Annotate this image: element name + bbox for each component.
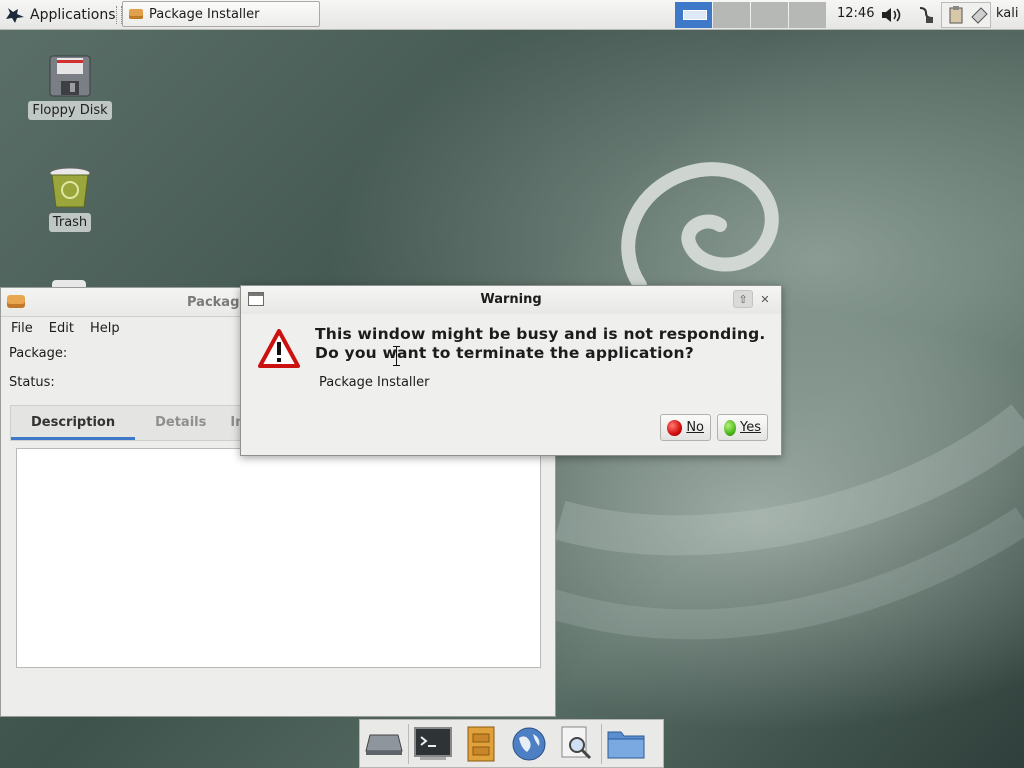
tab-description[interactable]: Description xyxy=(11,406,136,440)
warning-dialog: Warning ⇧ ✕ This window might be busy an… xyxy=(240,285,782,456)
top-panel: Applications Package Installer 12:46 kal… xyxy=(0,0,1024,30)
menu-file[interactable]: File xyxy=(11,321,33,336)
desktop-icon-label: Floppy Disk xyxy=(28,101,112,120)
description-text-area[interactable] xyxy=(16,448,541,668)
workspace-4[interactable] xyxy=(789,2,826,28)
kali-dragon-icon xyxy=(6,8,24,23)
file-cabinet-icon[interactable] xyxy=(457,721,505,767)
volume-icon[interactable] xyxy=(879,4,903,26)
workspace-pager xyxy=(675,2,826,28)
package-icon xyxy=(129,9,143,19)
trash-icon xyxy=(49,167,91,208)
dialog-titlebar[interactable]: Warning ⇧ ✕ xyxy=(241,286,781,314)
search-icon[interactable] xyxy=(553,721,601,767)
yes-green-circle-icon xyxy=(724,419,736,436)
close-icon[interactable]: ✕ xyxy=(755,290,775,308)
text-cursor-icon xyxy=(393,346,400,366)
yes-button[interactable]: Yes xyxy=(717,414,768,441)
applications-label: Applications xyxy=(30,7,116,23)
message-line-2: Do you want to terminate the application… xyxy=(315,344,694,362)
folder-icon[interactable] xyxy=(602,721,650,767)
message-line-1: This window might be busy and is not res… xyxy=(315,325,766,343)
username[interactable]: kali xyxy=(996,6,1019,21)
dialog-title: Warning xyxy=(480,292,542,307)
yes-label: Yes xyxy=(740,420,761,435)
clipboard-icon[interactable] xyxy=(944,4,968,26)
applications-menu-button[interactable]: Applications xyxy=(4,3,116,27)
menu-edit[interactable]: Edit xyxy=(49,321,74,336)
package-icon xyxy=(7,295,25,308)
terminal-icon[interactable] xyxy=(409,721,457,767)
dialog-message: This window might be busy and is not res… xyxy=(315,325,766,363)
desktop-icon-floppy-disk[interactable]: Floppy Disk xyxy=(25,55,115,120)
tab-details[interactable]: Details xyxy=(135,406,226,440)
network-icon[interactable] xyxy=(913,4,937,26)
no-label: No xyxy=(686,420,704,435)
menu-help[interactable]: Help xyxy=(90,321,120,336)
package-label: Package: xyxy=(9,346,68,361)
web-browser-icon[interactable] xyxy=(505,721,553,767)
workspace-3[interactable] xyxy=(751,2,788,28)
no-red-circle-icon xyxy=(667,419,683,436)
dialog-app-name: Package Installer xyxy=(319,375,430,390)
dock xyxy=(359,719,664,768)
workspace-2[interactable] xyxy=(713,2,750,28)
desktop-icon-label: Trash xyxy=(48,213,92,232)
status-label: Status: xyxy=(9,375,55,390)
removable-drive-icon[interactable] xyxy=(967,4,991,26)
floppy-disk-icon xyxy=(49,55,91,97)
taskbar-package-installer-button[interactable]: Package Installer xyxy=(122,1,320,27)
roll-up-icon[interactable]: ⇧ xyxy=(733,290,753,308)
desktop-icon-trash[interactable]: Trash xyxy=(25,165,115,232)
workspace-1[interactable] xyxy=(675,2,712,28)
clock[interactable]: 12:46 xyxy=(837,6,874,21)
drive-icon[interactable] xyxy=(360,721,408,767)
task-button-label: Package Installer xyxy=(149,6,260,22)
no-button[interactable]: No xyxy=(660,414,711,441)
system-tray xyxy=(941,2,991,28)
warning-icon xyxy=(258,329,300,368)
